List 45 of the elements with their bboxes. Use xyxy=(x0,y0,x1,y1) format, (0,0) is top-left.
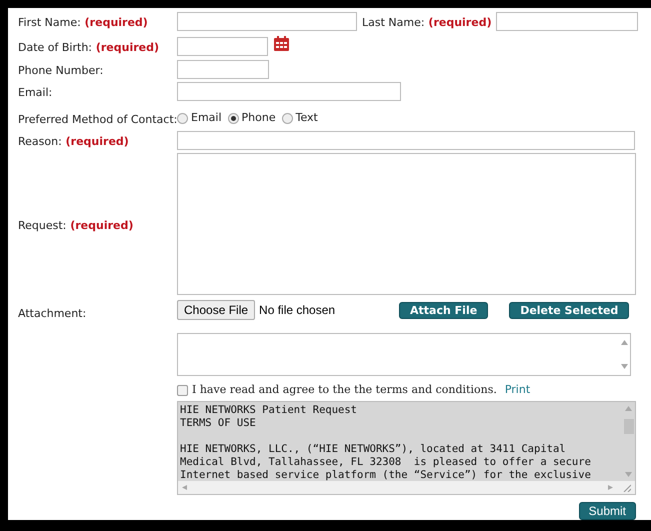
delete-selected-button[interactable]: Delete Selected xyxy=(509,302,630,318)
scroll-left-icon[interactable] xyxy=(182,485,189,490)
choose-file-button[interactable]: Choose File xyxy=(177,300,256,320)
phone-field[interactable] xyxy=(177,60,269,78)
scroll-down-icon[interactable] xyxy=(625,472,632,477)
date-field[interactable] xyxy=(177,36,268,56)
first-name-field[interactable] xyxy=(177,12,357,30)
field-label: Phone Number: xyxy=(18,64,104,77)
attachment-list[interactable] xyxy=(177,333,631,376)
reason-field[interactable] xyxy=(177,130,635,150)
terms-line: HIE NETWORKS, LLC., (“HIE NETWORKS”), located at 3411 Capital xyxy=(180,443,567,456)
field-label: Preferred Method of Contact: xyxy=(18,113,178,126)
scroll-down-icon[interactable] xyxy=(620,364,628,369)
field-label: Reason: (required) xyxy=(18,135,129,148)
terms-line: Internet based service platform (the “Service”) for the exclusive xyxy=(180,469,592,481)
agree-checkbox[interactable] xyxy=(177,384,188,396)
radio-label: Email xyxy=(191,110,222,126)
agree-text: I have read and agree to the the terms and conditions. xyxy=(192,382,497,398)
radio-button[interactable] xyxy=(177,112,188,124)
field-label: Request: (required) xyxy=(18,219,134,232)
radio-label: Phone xyxy=(242,110,276,126)
field-label: Last Name: (required) xyxy=(362,16,492,29)
terms-line: Medical Blvd, Tallahassee, FL 32308 is pleased to offer a secure xyxy=(180,456,592,469)
terms-line: HIE NETWORKS Patient Request xyxy=(180,404,358,417)
scroll-thumb[interactable] xyxy=(624,419,634,434)
file-status: No file chosen xyxy=(259,302,336,319)
radio-button[interactable] xyxy=(282,112,293,124)
field-label: Email: xyxy=(18,86,52,99)
terms-box[interactable] xyxy=(177,401,636,495)
scroll-up-icon[interactable] xyxy=(620,340,628,345)
calendar-icon[interactable] xyxy=(274,36,289,50)
field-label: First Name: (required) xyxy=(18,16,148,29)
email-field[interactable] xyxy=(177,82,401,100)
scroll-right-icon[interactable] xyxy=(608,485,615,490)
print-link[interactable]: Print xyxy=(504,382,530,398)
radio-button[interactable] xyxy=(228,112,239,124)
scroll-up-icon[interactable] xyxy=(625,406,632,411)
field-label: Date of Birth: (required) xyxy=(18,41,160,54)
last-name-field[interactable] xyxy=(496,12,638,30)
attach-file-button[interactable]: Attach File xyxy=(399,302,488,318)
terms-line: TERMS OF USE xyxy=(180,417,257,430)
field-label: Attachment: xyxy=(18,307,86,320)
resize-grip-icon[interactable] xyxy=(623,484,631,492)
submit-button[interactable]: Submit xyxy=(578,502,636,520)
radio-label: Text xyxy=(296,110,318,126)
